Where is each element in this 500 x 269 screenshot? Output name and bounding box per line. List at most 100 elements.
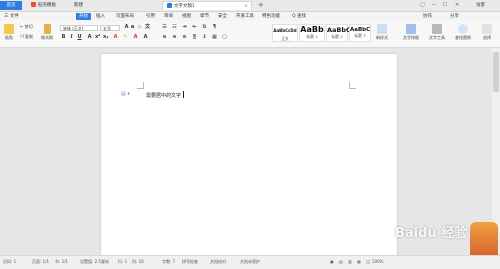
zoom-level[interactable]: 100% <box>372 259 383 264</box>
cursor-icon <box>482 24 492 34</box>
status-setting: 设置值: 2.5厘米 <box>80 259 109 264</box>
align-left-icon[interactable]: ≡ <box>162 35 167 40</box>
document-page[interactable] <box>101 54 397 264</box>
underline-icon[interactable]: U <box>77 35 82 40</box>
cut-label: 剪切 <box>24 24 33 29</box>
italic-icon[interactable]: I <box>69 35 74 40</box>
font-size-select[interactable]: 五号 <box>100 25 120 31</box>
margin-mark-top-right <box>349 82 356 89</box>
menu-devtools[interactable]: 开发工具 <box>236 12 254 21</box>
grow-font-icon[interactable]: A <box>124 25 129 30</box>
align-center-icon[interactable]: ≡ <box>172 35 177 40</box>
body-text[interactable]: 需要居中的文字 <box>146 92 181 99</box>
proofread-button[interactable]: 文档校对 <box>210 259 226 265</box>
paste-button[interactable]: 粘贴 <box>2 24 16 41</box>
new-style-icon <box>377 24 387 34</box>
style-heading-2[interactable]: AaBbC 标题 2 <box>326 24 351 42</box>
paragraph-handle-icon[interactable]: ▤ ▾ <box>121 91 130 97</box>
phonetic-icon[interactable]: 文 <box>145 25 150 30</box>
borders-icon[interactable]: ▢ <box>222 35 227 40</box>
copy-button[interactable]: ❐ 复制 <box>20 34 33 40</box>
close-icon[interactable]: × <box>244 2 248 11</box>
status-section: 节: 1/1 <box>55 259 69 264</box>
menu-share[interactable]: 分享 <box>450 12 459 21</box>
tab-document-label: 文字文稿1 <box>174 4 195 9</box>
find-replace-button[interactable]: 查找替换 <box>452 24 474 41</box>
status-row: 行: 1 <box>118 259 128 264</box>
status-words: 字数: 7 <box>162 259 176 264</box>
menu-special[interactable]: 特色功能 <box>262 12 280 21</box>
bold-icon[interactable]: B <box>61 35 66 40</box>
new-tab-plus-icon[interactable]: + <box>258 1 264 9</box>
tab-bar: 首页 稻壳模板 新建 文字文稿1 × + ▢ ─ ☐ ✕ 访客 <box>0 0 500 12</box>
tab-home[interactable]: 首页 <box>0 1 22 10</box>
paste-icon <box>4 24 14 34</box>
text-typeset-button[interactable]: 文字排版 <box>400 24 422 41</box>
style-normal-name: 正文 <box>281 36 289 41</box>
style-normal[interactable]: AaBbCcDd 正文 <box>272 24 298 42</box>
margin-mark-top-left <box>137 82 144 89</box>
tab-new[interactable]: 新建 <box>70 1 100 10</box>
menu-search[interactable]: Q 查找 <box>292 12 306 21</box>
tab-document[interactable]: 文字文稿1 × <box>162 1 252 10</box>
menu-start[interactable]: 开始 <box>76 13 91 20</box>
strikethrough-icon[interactable]: A <box>87 35 92 40</box>
protect-status[interactable]: 文档未保护 <box>240 259 260 265</box>
menu-reference[interactable]: 引用 <box>146 12 155 21</box>
watermark-text: Baidu 经验 <box>395 226 468 241</box>
clear-format-icon[interactable]: ◇ <box>137 25 142 30</box>
login-label[interactable]: 访客 <box>476 1 485 10</box>
status-col: 列: 10 <box>132 259 144 264</box>
new-style-button[interactable]: 新样式 <box>374 24 390 41</box>
style-heading-1-name: 标题 1 <box>306 34 318 39</box>
font-name-select[interactable]: 宋体 (正文) <box>60 25 98 31</box>
ribbon: 粘贴 ✂ 剪切 ❐ 复制 格式刷 宋体 (正文) 五号 A a ◇ 文 B I … <box>0 21 500 48</box>
style-heading-3[interactable]: AaBbC 标题 3 <box>349 24 371 42</box>
line-spacing-icon[interactable]: ↕ <box>202 35 207 40</box>
menu-layout[interactable]: 页面布局 <box>116 12 134 21</box>
justify-icon[interactable]: ≣ <box>192 35 197 40</box>
style-heading-1[interactable]: AaBb 标题 1 <box>299 24 325 42</box>
superscript-icon[interactable]: x² <box>95 35 100 40</box>
scissors-icon: ✂ <box>20 24 24 29</box>
outdent-icon[interactable]: ⇤ <box>192 25 197 30</box>
doc-icon <box>167 3 172 8</box>
font-color-icon[interactable]: A <box>113 35 118 40</box>
style-heading-1-preview: AaBb <box>300 25 324 34</box>
highlight-icon[interactable]: ✎ <box>123 35 128 40</box>
menu-section[interactable]: 章节 <box>200 12 209 21</box>
bullets-icon[interactable]: ☰ <box>162 25 167 30</box>
brush-icon <box>43 24 51 34</box>
select-button[interactable]: 选择 <box>478 24 496 41</box>
cut-button[interactable]: ✂ 剪切 <box>20 24 33 30</box>
char-border-icon[interactable]: A <box>143 35 148 40</box>
scrollbar-thumb[interactable] <box>493 52 499 92</box>
find-replace-label: 查找替换 <box>455 35 471 40</box>
format-painter-label: 格式刷 <box>41 35 53 40</box>
window-controls[interactable]: ▢ ─ ☐ ✕ <box>420 1 462 10</box>
style-heading-2-preview: AaBbC <box>327 26 351 34</box>
menu-file[interactable]: 三 文件 <box>4 12 19 21</box>
text-tools-button[interactable]: 文字工具 <box>426 24 448 41</box>
menu-collab[interactable]: 协作 <box>423 12 432 21</box>
align-right-icon[interactable]: ≡ <box>182 35 187 40</box>
format-painter-button[interactable]: 格式刷 <box>40 24 54 41</box>
view-mode-icons[interactable]: ▣ ▤ ▥ ▦ ◫ <box>330 259 372 264</box>
show-marks-icon[interactable]: ¶ <box>212 25 217 30</box>
subscript-icon[interactable]: x₂ <box>103 35 108 40</box>
copy-icon: ❐ <box>20 34 24 39</box>
tab-docer[interactable]: 稻壳模板 <box>27 1 65 10</box>
menu-security[interactable]: 安全 <box>218 12 227 21</box>
spellcheck-toggle[interactable]: 拼写检查 <box>182 259 198 265</box>
shading-icon[interactable]: ▦ <box>212 35 217 40</box>
status-bar: 页码: 1 页面: 1/1 节: 1/1 设置值: 2.5厘米 行: 1 列: … <box>0 255 500 269</box>
indent-icon[interactable]: ⇥ <box>182 25 187 30</box>
menu-insert[interactable]: 插入 <box>96 12 105 21</box>
shrink-font-icon[interactable]: a <box>130 25 135 30</box>
menu-review[interactable]: 审阅 <box>164 12 173 21</box>
sort-icon[interactable]: ⇅ <box>202 25 207 30</box>
menu-view[interactable]: 视图 <box>182 12 191 21</box>
text-cursor <box>183 91 184 98</box>
text-effect-icon[interactable]: A <box>133 35 138 40</box>
numbering-icon[interactable]: ☷ <box>172 25 177 30</box>
